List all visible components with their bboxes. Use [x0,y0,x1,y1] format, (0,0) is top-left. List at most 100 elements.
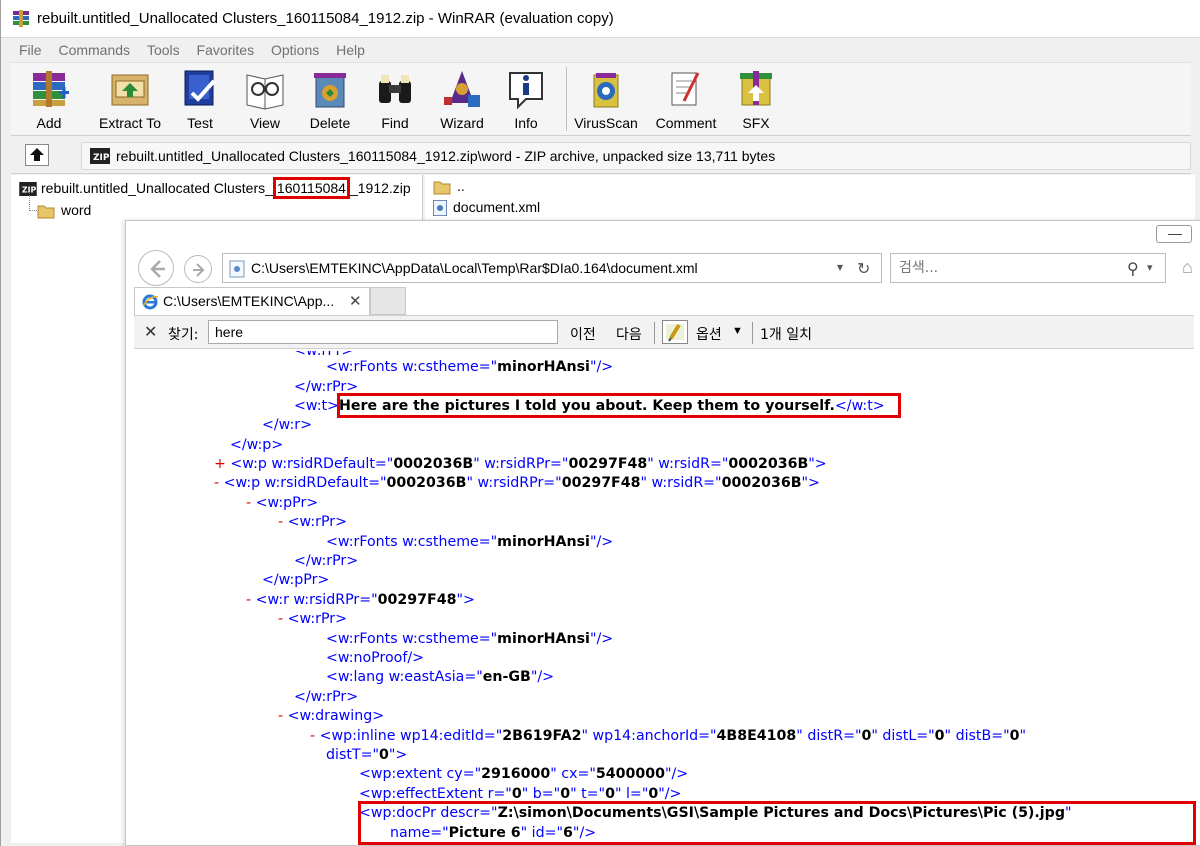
xml-file-icon [433,200,447,217]
view-icon [246,74,284,110]
find-next-button[interactable]: 다음 [616,324,642,344]
add-archive-icon [33,71,69,107]
file-name: .. [457,178,465,194]
collapse-toggle[interactable]: - [278,611,283,627]
find-options-button[interactable]: 옵션 [696,324,722,344]
collapse-toggle[interactable]: - [214,475,219,491]
up-arrow-icon [28,147,46,163]
add-label: Add [36,115,62,131]
browser-tab[interactable]: C:\Users\EMTEKINC\App... ✕ [134,287,370,315]
view-label: View [249,115,281,131]
test-button[interactable]: Test [175,67,225,133]
back-button[interactable] [138,250,174,286]
add-button[interactable]: Add [19,67,79,133]
forward-arrow-icon [193,263,205,277]
home-icon[interactable]: ⌂ [1182,257,1193,278]
delete-button[interactable]: Delete [303,67,357,133]
find-button[interactable]: Find [369,67,421,133]
up-folder-button[interactable] [25,144,49,166]
extract-to-label: Extract To [99,115,161,131]
browser-nav-bar: C:\Users\EMTEKINC\AppData\Local\Temp\Rar… [126,247,1200,286]
comment-button[interactable]: Comment [651,67,721,133]
options-dropdown-icon[interactable]: ▼ [732,325,743,337]
file-name: document.xml [453,199,541,215]
back-arrow-icon [150,260,165,278]
extract-to-button[interactable]: Extract To [93,67,167,133]
tree-root-suffix: _1912.zip [349,180,411,196]
highlight-box-picture-path [358,801,1196,845]
folder-icon [37,205,55,219]
xml-line: + <w:p w:rsidRDefault="0002036B" w:rsidR… [214,456,827,472]
collapse-toggle[interactable]: - [246,592,251,608]
window-title: rebuilt.untitled_Unallocated Clusters_16… [37,10,614,27]
find-bar: ✕ 찾기: here 이전 다음 옵션 ▼ 1개 일치 [134,315,1194,349]
xml-line: - <w:rPr> [278,514,347,530]
search-dropdown-icon[interactable]: ▾ [1147,261,1153,274]
xml-line: </w:rPr> [294,553,359,569]
highlighter-pen-icon [666,323,684,342]
virusscan-button[interactable]: VirusScan [573,67,639,133]
close-tab-icon[interactable]: ✕ [349,292,362,310]
path-bar: ZIP rebuilt.untitled_Unallocated Cluster… [11,138,1191,174]
tree-root-archive[interactable]: ZIP rebuilt.untitled_Unallocated Cluster… [19,177,411,199]
virusscan-icon [593,73,619,108]
forward-button[interactable] [184,255,212,283]
test-label: Test [187,115,213,131]
wizard-icon [444,71,480,107]
minimize-button[interactable] [1156,225,1192,243]
collapse-toggle[interactable]: - [278,708,283,724]
highlight-matches-button[interactable] [662,320,688,344]
svg-text:ZIP: ZIP [93,153,110,163]
xml-line: <wp:extent cy="2916000" cx="5400000"/> [359,766,689,782]
collapse-toggle[interactable]: - [246,495,251,511]
search-input[interactable] [899,258,1119,278]
search-box: ⚲ ▾ [890,253,1166,283]
refresh-icon[interactable]: ↻ [857,259,870,279]
info-button[interactable]: Info [503,67,549,133]
tree-item-word[interactable]: word [37,202,91,219]
expand-toggle[interactable]: + [214,456,226,472]
menu-options[interactable]: Options [263,39,324,58]
close-find-icon[interactable]: ✕ [144,322,157,342]
menu-commands[interactable]: Commands [50,39,135,58]
virusscan-label: VirusScan [574,115,638,131]
find-label: 찾기: [168,327,199,343]
xml-line: distT="0"> [326,747,408,763]
path-field[interactable]: ZIP rebuilt.untitled_Unallocated Cluster… [81,142,1191,170]
menu-file[interactable]: File [11,39,47,58]
file-row-document-xml[interactable]: document.xml [433,199,540,219]
winrar-app-icon [13,10,29,27]
tab-title: C:\Users\EMTEKINC\App... [163,293,335,309]
find-separator [752,322,753,344]
xml-line: <w:lang w:eastAsia="en-GB"/> [326,669,555,685]
info-icon [509,72,543,110]
menu-bar: File Commands Tools Favorites Options He… [11,39,1191,61]
highlight-box-message [337,393,901,418]
find-input[interactable]: here [208,320,558,344]
menu-favorites[interactable]: Favorites [189,39,260,58]
new-tab-button[interactable] [370,287,406,315]
toolbar: Add Extract To Test View Delete Find Wiz… [11,62,1191,136]
collapse-toggle[interactable]: - [310,728,315,744]
collapse-toggle[interactable]: - [278,514,283,530]
view-button[interactable]: View [239,67,291,133]
address-dropdown-icon[interactable]: ▾ [837,260,843,274]
xml-line: - <w:r w:rsidRPr="00297F48"> [246,592,475,608]
address-text: C:\Users\EMTEKINC\AppData\Local\Temp\Rar… [251,260,698,276]
xml-line: - <w:p w:rsidRDefault="0002036B" w:rsidR… [214,475,820,491]
search-icon[interactable]: ⚲ [1127,259,1139,279]
title-bar: rebuilt.untitled_Unallocated Clusters_16… [1,0,1200,38]
highlighted-cluster-number: 160115084 [272,177,350,199]
xml-line: <w:rFonts w:cstheme="minorHAnsi"/> [326,631,614,647]
sfx-button[interactable]: SFX [733,67,779,133]
file-row-parent[interactable]: .. [433,178,465,198]
menu-tools[interactable]: Tools [139,39,185,58]
menu-help[interactable]: Help [328,39,370,58]
internet-explorer-icon [142,294,159,310]
wizard-button[interactable]: Wizard [433,67,491,133]
find-separator [654,322,655,344]
find-previous-button[interactable]: 이전 [570,324,596,344]
match-count: 1개 일치 [760,327,812,343]
address-bar[interactable]: C:\Users\EMTEKINC\AppData\Local\Temp\Rar… [222,253,882,283]
xml-line: </w:pPr> [262,572,330,588]
